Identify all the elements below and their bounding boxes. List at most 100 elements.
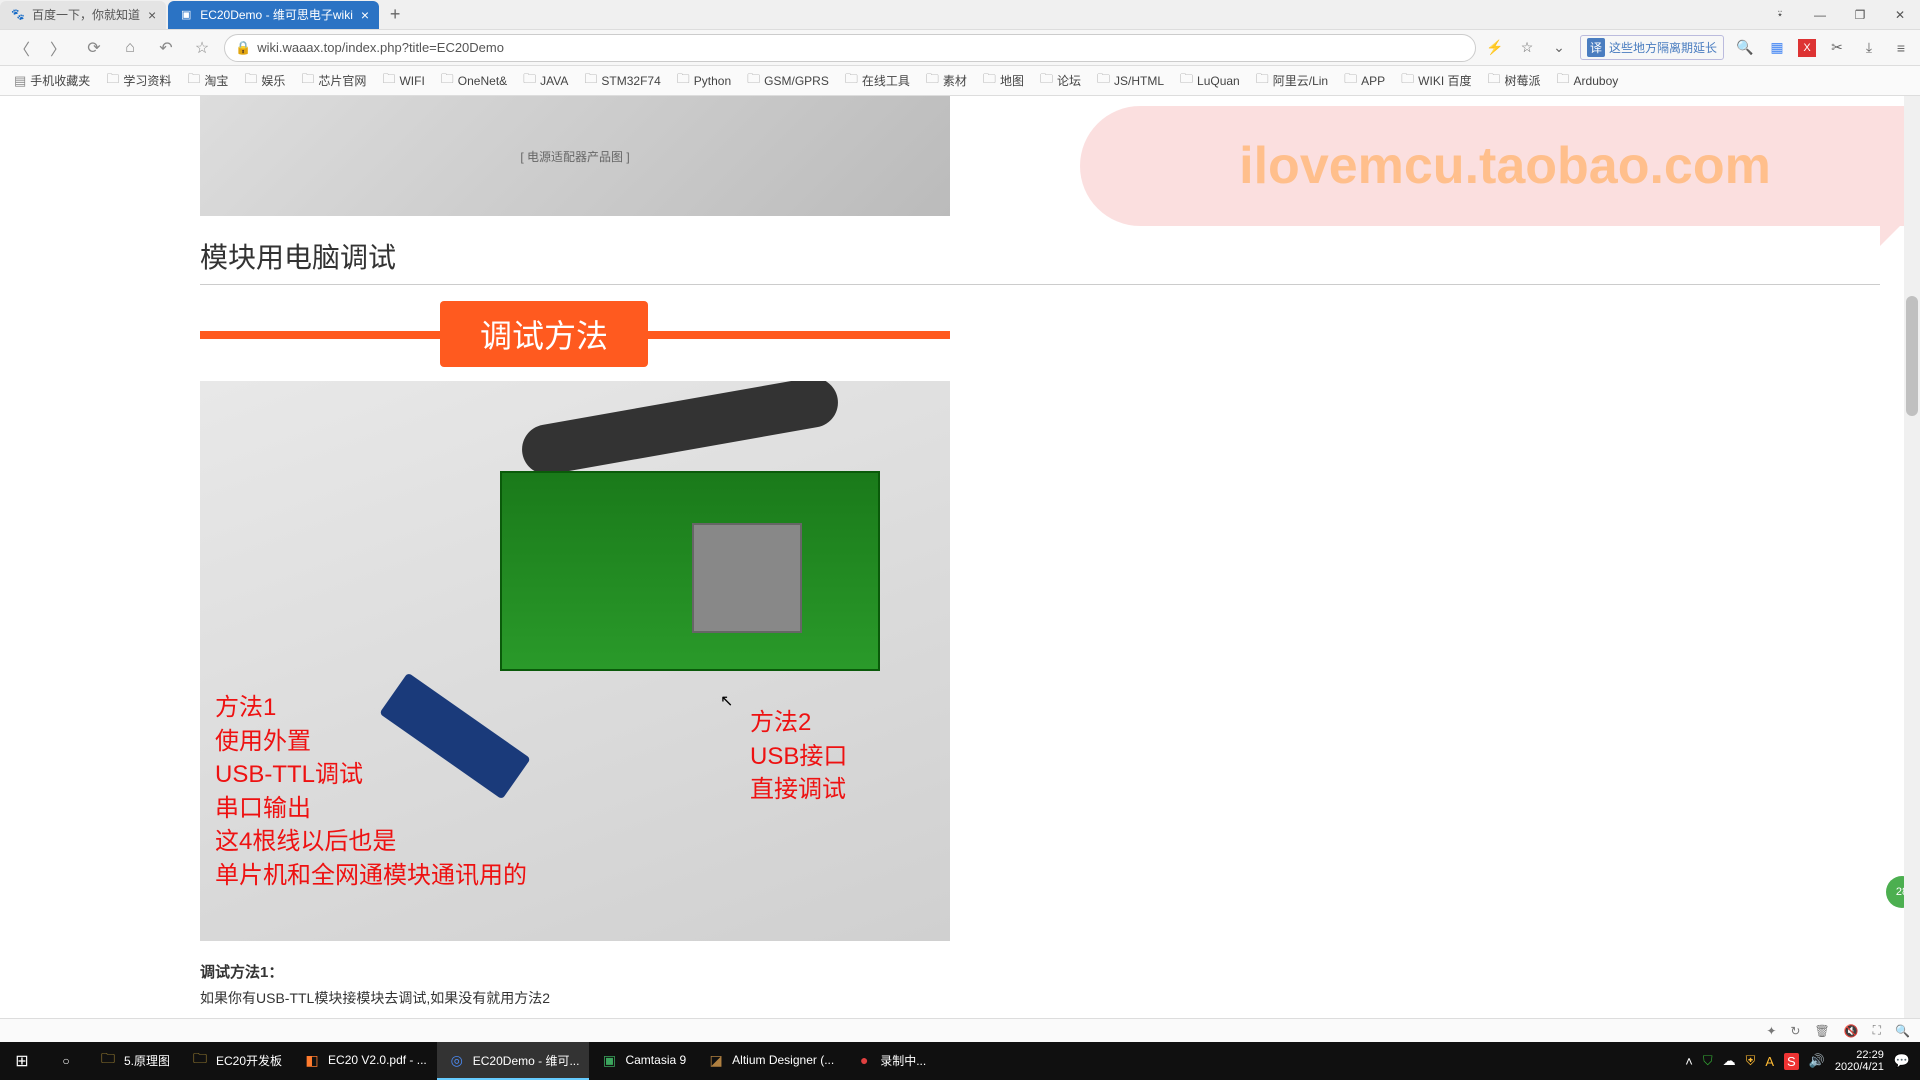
board-wiring-photo[interactable]: ↖ 方法1 使用外置 USB-TTL调试 串口输出 这4根线以后也是 单片机和全…	[200, 381, 950, 941]
maximize-button[interactable]: ❐	[1840, 0, 1880, 30]
folder-icon: 🗀	[106, 70, 119, 92]
reload-button[interactable]: ⟳	[80, 34, 108, 62]
taskbar-item[interactable]: ●录制中...	[844, 1042, 936, 1080]
bookmark-item[interactable]: 🗀OneNet&	[435, 67, 513, 95]
bookmarks-bar: ▤手机收藏夹 🗀学习资料 🗀淘宝 🗀娱乐 🗀芯片官网 🗀WIFI 🗀OneNet…	[0, 66, 1920, 96]
folder-icon: 🗀	[747, 70, 760, 92]
bookmark-item[interactable]: 🗀学习资料	[100, 67, 177, 95]
tray-cloud-icon[interactable]: ☁	[1723, 1053, 1736, 1069]
translate-button[interactable]: 译 这些地方隔离期延长	[1580, 35, 1724, 60]
tray-input-icon[interactable]: S	[1784, 1053, 1799, 1070]
folder-icon: 🗀	[845, 70, 858, 92]
bookmark-item[interactable]: 🗀阿里云/Lin	[1250, 67, 1334, 95]
status-icon[interactable]: ↻	[1790, 1024, 1800, 1038]
bookmark-item[interactable]: 🗀论坛	[1034, 67, 1087, 95]
camtasia-icon: ▣	[599, 1050, 619, 1070]
bookmark-item[interactable]: 🗀淘宝	[181, 67, 234, 95]
favorite-icon[interactable]: ☆	[1516, 37, 1538, 59]
close-icon[interactable]: ×	[148, 7, 156, 23]
bookmark-item[interactable]: 🗀JAVA	[517, 67, 574, 95]
cursor-icon: ↖	[720, 691, 733, 711]
close-icon[interactable]: ×	[361, 7, 369, 23]
status-icon[interactable]: ⛶	[1873, 1023, 1881, 1038]
body-heading: 调试方法1：	[200, 964, 283, 981]
menu-icon[interactable]: ≡	[1890, 37, 1912, 59]
annotation-method1: 方法1 使用外置 USB-TTL调试 串口输出 这4根线以后也是 单片机和全网通…	[215, 691, 527, 893]
tray-ime-icon[interactable]: A	[1765, 1054, 1774, 1069]
url-input[interactable]: 🔒 wiki.waaax.top/index.php?title=EC20Dem…	[224, 34, 1476, 62]
scrollbar-thumb[interactable]	[1906, 296, 1918, 416]
body-line: 如果你有USB-TTL模块接模块去调试,如果没有就用方法2	[200, 990, 550, 1006]
taskbar-item[interactable]: ◎EC20Demo - 维可...	[437, 1042, 590, 1080]
taskbar-item[interactable]: 🗀5.原理图	[88, 1042, 180, 1080]
window-controls: ⍣ — ❐ ✕	[1760, 0, 1920, 30]
bookmark-item[interactable]: 🗀JS/HTML	[1091, 67, 1170, 95]
start-button[interactable]: ⊞	[0, 1042, 44, 1080]
record-icon: ●	[854, 1050, 874, 1070]
product-photo-top[interactable]: [ 电源适配器产品图 ]	[200, 96, 950, 216]
bookmark-item[interactable]: 🗀APP	[1338, 67, 1391, 95]
tab-ec20demo[interactable]: ▣ EC20Demo - 维可思电子wiki ×	[168, 1, 379, 29]
ec20-chip-graphic	[692, 523, 802, 633]
baidu-icon: 🐾	[10, 7, 26, 23]
chevron-down-icon[interactable]: ⌄	[1548, 37, 1570, 59]
status-icon[interactable]: 🗑	[1814, 1024, 1829, 1038]
bookmark-item[interactable]: 🗀WIKI 百度	[1395, 67, 1477, 95]
forward-button[interactable]: 〉	[44, 34, 72, 62]
bookmark-item[interactable]: 🗀树莓派	[1482, 67, 1547, 95]
annotation-method2: 方法2 USB接口 直接调试	[750, 706, 847, 807]
system-tray: ˄ ⛉ ☁ ⛨ A S 🔊 22:29 2020/4/21 💬	[1675, 1049, 1920, 1073]
site-info-icon[interactable]: 🔒	[235, 40, 251, 56]
tray-shield-icon[interactable]: ⛨	[1746, 1053, 1756, 1069]
bookmark-item[interactable]: 🗀Arduboy	[1551, 67, 1625, 95]
extensions-icon[interactable]: ▦	[1766, 37, 1788, 59]
star-button[interactable]: ☆	[188, 34, 216, 62]
bookmark-item[interactable]: 🗀STM32F74	[578, 67, 666, 95]
bookmark-item[interactable]: 🗀地图	[977, 67, 1030, 95]
bookmark-item[interactable]: 🗀在线工具	[839, 67, 916, 95]
folder-icon: 🗀	[190, 1050, 210, 1070]
bookmark-item[interactable]: 🗀Python	[671, 67, 737, 95]
scrollbar-vertical[interactable]	[1904, 96, 1920, 1042]
bookmark-item[interactable]: 🗀娱乐	[238, 67, 291, 95]
folder-icon: 🗀	[98, 1050, 118, 1070]
new-tab-button[interactable]: +	[381, 1, 409, 29]
bookmark-item[interactable]: 🗀素材	[920, 67, 973, 95]
taskbar-item[interactable]: ◧EC20 V2.0.pdf - ...	[292, 1042, 437, 1080]
bookmark-item[interactable]: 🗀GSM/GPRS	[741, 67, 835, 95]
tab-label: 百度一下，你就知道	[32, 6, 140, 23]
bookmark-item[interactable]: ▤手机收藏夹	[8, 69, 96, 92]
back-button[interactable]: 〈	[8, 34, 36, 62]
bookmark-item[interactable]: 🗀LuQuan	[1174, 67, 1246, 95]
download-icon[interactable]: ⤓	[1858, 37, 1880, 59]
snip-icon[interactable]: ✂	[1826, 37, 1848, 59]
reader-icon[interactable]: ⍣	[1760, 0, 1800, 30]
page-icon: ▣	[178, 7, 194, 23]
minimize-button[interactable]: —	[1800, 0, 1840, 30]
tray-notifications-icon[interactable]: 💬	[1894, 1053, 1910, 1069]
url-text: wiki.waaax.top/index.php?title=EC20Demo	[257, 40, 504, 55]
bookmark-item[interactable]: 🗀芯片官网	[295, 67, 372, 95]
bookmark-item[interactable]: 🗀WIFI	[376, 67, 430, 95]
section-heading: 模块用电脑调试	[200, 236, 1880, 285]
status-icon[interactable]: ✦	[1766, 1024, 1776, 1038]
tab-baidu[interactable]: 🐾 百度一下，你就知道 ×	[0, 1, 166, 29]
home-button[interactable]: ⌂	[116, 34, 144, 62]
adblock-icon[interactable]: X	[1798, 39, 1816, 57]
search-icon[interactable]: 🔍	[1734, 37, 1756, 59]
tray-volume-icon[interactable]: 🔊	[1809, 1053, 1825, 1069]
taskbar-item[interactable]: ▣Camtasia 9	[589, 1042, 696, 1080]
taskbar-item[interactable]: ◪Altium Designer (...	[696, 1042, 844, 1080]
taskbar-search-button[interactable]: ○	[44, 1042, 88, 1080]
flash-icon[interactable]: ⚡	[1484, 37, 1506, 59]
folder-icon: 🗀	[187, 70, 200, 92]
taskbar-item[interactable]: 🗀EC20开发板	[180, 1042, 292, 1080]
folder-icon: 🗀	[1344, 70, 1357, 92]
taskbar-clock[interactable]: 22:29 2020/4/21	[1835, 1049, 1884, 1073]
tray-chevron-icon[interactable]: ˄	[1685, 1054, 1693, 1069]
restore-button[interactable]: ↶	[152, 34, 180, 62]
status-icon[interactable]: 🔍	[1895, 1024, 1910, 1038]
tray-security-icon[interactable]: ⛉	[1703, 1053, 1713, 1069]
status-icon[interactable]: 🔇	[1844, 1024, 1859, 1038]
close-window-button[interactable]: ✕	[1880, 0, 1920, 30]
